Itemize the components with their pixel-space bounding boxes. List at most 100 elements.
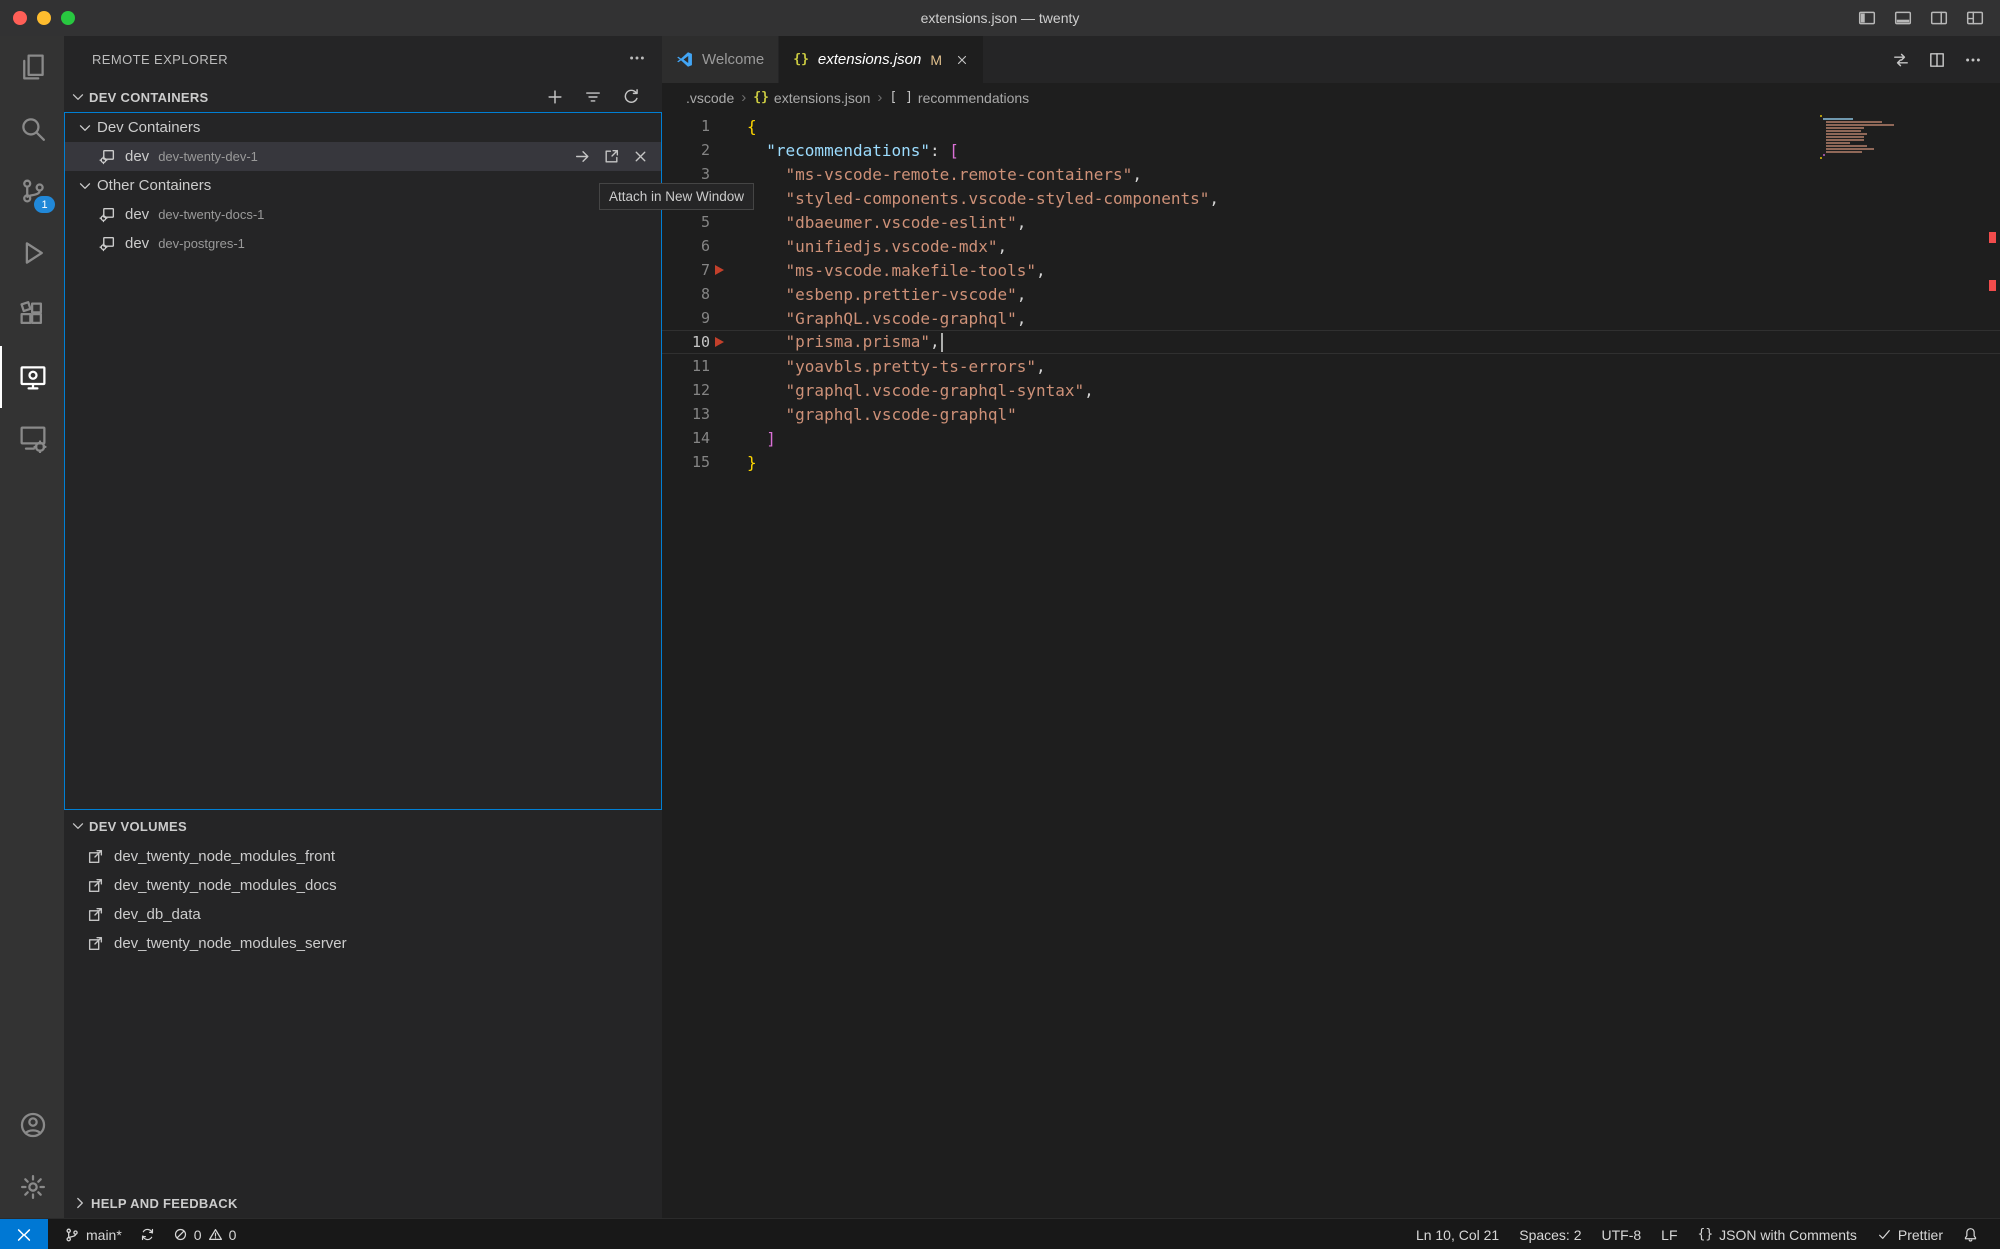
line-number[interactable]: 1 <box>662 117 710 135</box>
zoom-window-button[interactable] <box>61 11 75 25</box>
code-line-1[interactable]: 1{ <box>662 114 2000 138</box>
line-number[interactable]: 3 <box>662 165 710 183</box>
line-number[interactable]: 10 <box>662 333 710 351</box>
activity-source-control-button[interactable]: 1 <box>0 160 64 222</box>
line-number[interactable]: 11 <box>662 357 710 375</box>
branch-label: main* <box>86 1227 122 1243</box>
new-container-button[interactable] <box>546 88 567 106</box>
code-text: "dbaeumer.vscode-eslint", <box>747 213 1026 232</box>
tab-welcome[interactable]: Welcome <box>662 36 779 83</box>
volume-icon <box>87 935 104 952</box>
code-line-13[interactable]: 13 "graphql.vscode-graphql" <box>662 402 2000 426</box>
status-sync-button[interactable] <box>132 1219 163 1249</box>
activity-explorer-button[interactable] <box>0 36 64 98</box>
breadcrumb-recommendations[interactable]: [ ]recommendations <box>889 90 1029 106</box>
status-problems[interactable]: 00 <box>165 1219 245 1249</box>
volume-row-dev_twenty_node_modules_server[interactable]: dev_twenty_node_modules_server <box>64 929 662 958</box>
container-row-actions <box>574 148 661 165</box>
code-line-2[interactable]: 2 "recommendations": [ <box>662 138 2000 162</box>
status-formatter[interactable]: Prettier <box>1869 1219 1951 1249</box>
gutter-marker-slot <box>710 378 747 402</box>
code-area[interactable]: 1{2 "recommendations": [3 "ms-vscode-rem… <box>662 112 2000 1218</box>
minimize-window-button[interactable] <box>37 11 51 25</box>
line-number[interactable]: 14 <box>662 429 710 447</box>
line-number[interactable]: 6 <box>662 237 710 255</box>
activity-containers-button[interactable] <box>0 408 64 470</box>
code-line-4[interactable]: 4 "styled-components.vscode-styled-compo… <box>662 186 2000 210</box>
line-number[interactable]: 2 <box>662 141 710 159</box>
tree-group-dev-containers[interactable]: Dev Containers <box>65 113 661 142</box>
code-line-3[interactable]: 3 "ms-vscode-remote.remote-containers", <box>662 162 2000 186</box>
volume-row-dev_twenty_node_modules_docs[interactable]: dev_twenty_node_modules_docs <box>64 871 662 900</box>
container-description: dev-postgres-1 <box>158 236 245 251</box>
code-line-8[interactable]: 8 "esbenp.prettier-vscode", <box>662 282 2000 306</box>
line-number[interactable]: 13 <box>662 405 710 423</box>
more-actions-button[interactable] <box>1964 51 1982 69</box>
titlebar: extensions.json — twenty <box>0 0 2000 36</box>
breadcrumb-separator: › <box>741 89 746 106</box>
code-line-10[interactable]: 10 "prisma.prisma", <box>662 330 2000 354</box>
activity-run-debug-button[interactable] <box>0 222 64 284</box>
modified-badge: M <box>930 52 942 68</box>
attach-current-window-button[interactable] <box>574 148 591 165</box>
activity-accounts-button[interactable] <box>0 1094 64 1156</box>
code-line-6[interactable]: 6 "unifiedjs.vscode-mdx", <box>662 234 2000 258</box>
volume-row-dev_twenty_node_modules_front[interactable]: dev_twenty_node_modules_front <box>64 842 662 871</box>
code-text: { <box>747 117 757 136</box>
breadcrumb-vscode[interactable]: .vscode <box>686 90 734 106</box>
attach-new-window-button[interactable] <box>603 148 620 165</box>
minimap[interactable] <box>1820 115 1898 160</box>
stop-container-button[interactable] <box>632 148 649 165</box>
customize-layout-button[interactable] <box>1966 9 1984 27</box>
activity-settings-button[interactable] <box>0 1156 64 1218</box>
toggle-secondary-sidebar-button[interactable] <box>1930 9 1948 27</box>
activity-remote-explorer-button[interactable] <box>0 346 64 408</box>
line-number[interactable]: 15 <box>662 453 710 471</box>
status-indentation[interactable]: Spaces: 2 <box>1511 1219 1589 1249</box>
sync-icon <box>140 1227 155 1242</box>
container-row-dev-twenty-dev-1[interactable]: devdev-twenty-dev-1 <box>65 142 661 171</box>
tree-group-other-containers[interactable]: Other Containers <box>65 171 661 200</box>
code-line-9[interactable]: 9 "GraphQL.vscode-graphql", <box>662 306 2000 330</box>
status-eol[interactable]: LF <box>1653 1219 1685 1249</box>
code-line-15[interactable]: 15} <box>662 450 2000 474</box>
toggle-panel-button[interactable] <box>1894 9 1912 27</box>
line-number[interactable]: 7 <box>662 261 710 279</box>
line-number[interactable]: 12 <box>662 381 710 399</box>
status-language-mode[interactable]: {}JSON with Comments <box>1690 1219 1865 1249</box>
container-row-dev-postgres-1[interactable]: devdev-postgres-1 <box>65 229 661 258</box>
remote-indicator[interactable] <box>0 1219 48 1249</box>
status-cursor-position[interactable]: Ln 10, Col 21 <box>1408 1219 1507 1249</box>
split-editor-button[interactable] <box>1928 51 1946 69</box>
pane-more-button[interactable] <box>628 49 646 70</box>
code-line-11[interactable]: 11 "yoavbls.pretty-ts-errors", <box>662 354 2000 378</box>
activity-search-button[interactable] <box>0 98 64 160</box>
activity-extensions-button[interactable] <box>0 284 64 346</box>
line-number[interactable]: 5 <box>662 213 710 231</box>
section-dev-volumes[interactable]: DEV VOLUMES <box>64 810 662 842</box>
status-encoding[interactable]: UTF-8 <box>1594 1219 1650 1249</box>
scm-badge: 1 <box>34 196 55 213</box>
code-line-12[interactable]: 12 "graphql.vscode-graphql-syntax", <box>662 378 2000 402</box>
code-line-5[interactable]: 5 "dbaeumer.vscode-eslint", <box>662 210 2000 234</box>
close-window-button[interactable] <box>13 11 27 25</box>
volume-row-dev_db_data[interactable]: dev_db_data <box>64 900 662 929</box>
refresh-containers-button[interactable] <box>622 88 643 106</box>
open-changes-button[interactable] <box>1892 51 1910 69</box>
code-line-7[interactable]: 7 "ms-vscode.makefile-tools", <box>662 258 2000 282</box>
filter-containers-button[interactable] <box>584 88 605 106</box>
status-notifications[interactable] <box>1955 1219 1986 1249</box>
code-line-14[interactable]: 14 ] <box>662 426 2000 450</box>
line-number[interactable]: 8 <box>662 285 710 303</box>
section-dev-containers[interactable]: DEV CONTAINERS <box>64 82 662 112</box>
container-row-dev-twenty-docs-1[interactable]: devdev-twenty-docs-1 <box>65 200 661 229</box>
toggle-primary-sidebar-button[interactable] <box>1858 9 1876 27</box>
tab-extensions-json[interactable]: {}extensions.jsonM <box>779 36 984 83</box>
breadcrumb-extensionsjson[interactable]: {}extensions.json <box>753 90 870 106</box>
section-help-and-feedback[interactable]: HELP AND FEEDBACK <box>64 1188 662 1218</box>
remote-explorer-icon <box>19 363 47 391</box>
code-lines: 1{2 "recommendations": [3 "ms-vscode-rem… <box>662 114 2000 474</box>
status-branch[interactable]: main* <box>56 1219 130 1249</box>
line-number[interactable]: 9 <box>662 309 710 327</box>
close-tab-button[interactable] <box>955 53 969 67</box>
